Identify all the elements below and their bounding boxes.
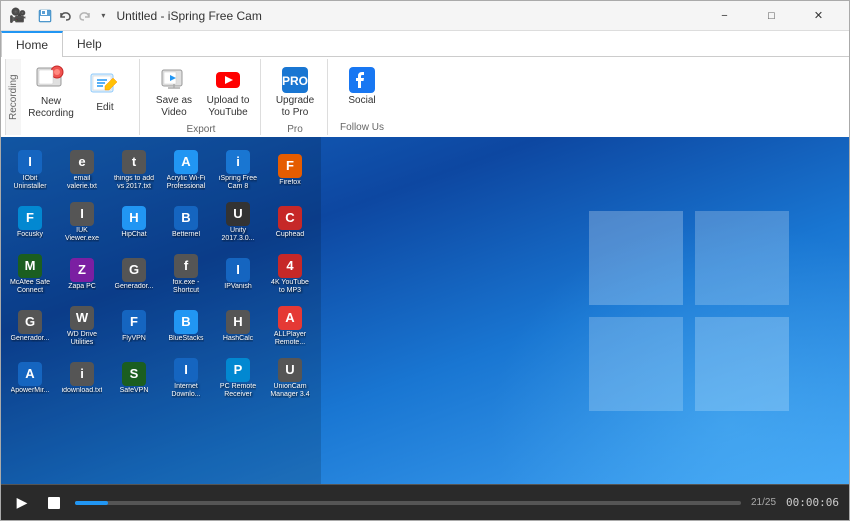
desktop-icon[interactable]: GGenerador... bbox=[109, 249, 159, 299]
desktop-icon[interactable]: iiSpring Free Cam 8 bbox=[213, 145, 263, 195]
quick-access-toolbar: ▾ bbox=[36, 7, 110, 25]
recording-label: Recording bbox=[5, 59, 21, 135]
export-group-label: Export bbox=[148, 122, 254, 135]
tab-help[interactable]: Help bbox=[63, 31, 116, 57]
desktop-icon[interactable]: IInternet Downlo... bbox=[161, 353, 211, 403]
desktop-icon[interactable]: AAcrylic Wi-Fi Professional bbox=[161, 145, 211, 195]
desktop-icon[interactable]: FFocusky bbox=[5, 197, 55, 247]
play-button[interactable]: ▶ bbox=[11, 492, 33, 514]
desktop-icon[interactable]: AApowerMir... bbox=[5, 353, 55, 403]
title-bar-controls: − □ ✕ bbox=[702, 6, 841, 26]
new-recording-icon bbox=[35, 62, 67, 94]
timeline-bar[interactable] bbox=[75, 501, 741, 505]
desktop-icon[interactable]: ZZapa PC bbox=[57, 249, 107, 299]
desktop-icon[interactable]: IIPVanish bbox=[213, 249, 263, 299]
edit-label: Edit bbox=[96, 102, 113, 114]
desktop-icon[interactable]: eemail valerie.txt bbox=[57, 145, 107, 195]
desktop-icon[interactable]: UUnionCam Manager 3.4 bbox=[265, 353, 315, 403]
title-bar: 🎥 ▾ Untitled - iSpring Free Cam − □ ✕ bbox=[1, 1, 849, 31]
desktop-icon[interactable]: BBlueStacks bbox=[161, 301, 211, 351]
desktop-icon[interactable]: CCuphead bbox=[265, 197, 315, 247]
desktop-icon[interactable]: SSafeVPN bbox=[109, 353, 159, 403]
desktop-icon[interactable]: MMcAfee Safe Connect bbox=[5, 249, 55, 299]
ribbon-content: Recording bbox=[1, 57, 849, 137]
desktop-icons: IIObit Uninstallereemail valerie.txttthi… bbox=[1, 137, 321, 484]
edit-button[interactable]: Edit bbox=[79, 63, 131, 119]
qa-dropdown-btn[interactable]: ▾ bbox=[96, 7, 110, 25]
desktop-icon[interactable]: BBetternel bbox=[161, 197, 211, 247]
follow-us-group: Social Follow Us bbox=[330, 59, 394, 135]
social-icon bbox=[348, 66, 376, 94]
upgrade-pro-label: Upgradeto Pro bbox=[276, 95, 314, 119]
export-group: Save asVideo Upload toYouTube Export bbox=[142, 59, 261, 135]
desktop-icon[interactable]: FFirefox bbox=[265, 145, 315, 195]
close-btn[interactable]: ✕ bbox=[796, 6, 841, 26]
svg-text:PRO: PRO bbox=[282, 74, 308, 88]
ribbon-area: Home Help Recording bbox=[1, 31, 849, 137]
upload-youtube-label: Upload toYouTube bbox=[207, 95, 250, 119]
save-as-video-label: Save asVideo bbox=[156, 95, 192, 119]
upgrade-pro-icon: PRO bbox=[281, 66, 309, 94]
export-group-items: Save asVideo Upload toYouTube bbox=[148, 61, 254, 122]
recording-group-items: NewRecording bbox=[25, 61, 131, 133]
desktop-icon[interactable]: GGenerador... bbox=[5, 301, 55, 351]
desktop-icon[interactable]: UUnity 2017.3.0... bbox=[213, 197, 263, 247]
recording-group: Recording bbox=[5, 59, 140, 135]
upgrade-pro-button[interactable]: PRO Upgradeto Pro bbox=[269, 63, 321, 122]
desktop-icon[interactable]: FFlyVPN bbox=[109, 301, 159, 351]
pro-group-label: Pro bbox=[269, 122, 321, 135]
recording-group-content: NewRecording bbox=[21, 59, 135, 135]
time-display: 00:00:06 bbox=[786, 496, 839, 509]
desktop-icon[interactable]: ffox.exe - Shortcut bbox=[161, 249, 211, 299]
app-icon: 🎥 bbox=[9, 7, 26, 24]
qa-undo-btn[interactable] bbox=[56, 7, 74, 25]
desktop-icon[interactable]: WWD Drive Utilities bbox=[57, 301, 107, 351]
follow-us-group-label: Follow Us bbox=[336, 120, 388, 133]
windows-logo bbox=[589, 211, 789, 411]
pro-group: PRO Upgradeto Pro Pro bbox=[263, 59, 328, 135]
pro-group-items: PRO Upgradeto Pro bbox=[269, 61, 321, 122]
desktop-icon[interactable]: iidownload.txt bbox=[57, 353, 107, 403]
video-container: IIObit Uninstallereemail valerie.txttthi… bbox=[1, 137, 849, 484]
desktop-icon[interactable]: 44K YouTube to MP3 bbox=[265, 249, 315, 299]
save-as-video-icon bbox=[160, 66, 188, 94]
upload-youtube-icon bbox=[214, 66, 242, 94]
upload-youtube-button[interactable]: Upload toYouTube bbox=[202, 63, 254, 122]
desktop-icon[interactable]: tthings to add vs 2017.txt bbox=[109, 145, 159, 195]
title-bar-left: 🎥 ▾ Untitled - iSpring Free Cam bbox=[9, 7, 262, 25]
qa-save-btn[interactable] bbox=[36, 7, 54, 25]
stop-icon bbox=[48, 497, 60, 509]
edit-icon bbox=[89, 68, 121, 100]
new-recording-button[interactable]: NewRecording bbox=[25, 63, 77, 119]
follow-us-group-items: Social bbox=[336, 61, 388, 120]
app-window: 🎥 ▾ Untitled - iSpring Free Cam − □ ✕ bbox=[0, 0, 850, 521]
stop-button[interactable] bbox=[43, 492, 65, 514]
social-label: Social bbox=[348, 95, 375, 107]
desktop-icon[interactable]: AALLPlayer Remote... bbox=[265, 301, 315, 351]
desktop-icon[interactable]: IIUK Viewer.exe bbox=[57, 197, 107, 247]
ribbon-tabs: Home Help bbox=[1, 31, 849, 57]
qa-redo-btn[interactable] bbox=[76, 7, 94, 25]
minimize-btn[interactable]: − bbox=[702, 6, 747, 26]
main-area: IIObit Uninstallereemail valerie.txttthi… bbox=[1, 137, 849, 520]
tab-home[interactable]: Home bbox=[1, 31, 63, 57]
timeline-counter: 21/25 bbox=[751, 497, 776, 508]
new-recording-label: NewRecording bbox=[28, 96, 74, 120]
desktop-simulation: IIObit Uninstallereemail valerie.txttthi… bbox=[1, 137, 849, 484]
desktop-icon[interactable]: PPC Remote Receiver bbox=[213, 353, 263, 403]
desktop-icon[interactable]: HHipChat bbox=[109, 197, 159, 247]
desktop-icon[interactable]: HHashCalc bbox=[213, 301, 263, 351]
social-button[interactable]: Social bbox=[336, 63, 388, 110]
maximize-btn[interactable]: □ bbox=[749, 6, 794, 26]
bottom-bar: ▶ 21/25 00:00:06 bbox=[1, 484, 849, 520]
timeline-progress bbox=[75, 501, 108, 505]
window-title: Untitled - iSpring Free Cam bbox=[116, 9, 261, 23]
save-as-video-button[interactable]: Save asVideo bbox=[148, 63, 200, 122]
content-area: IIObit Uninstallereemail valerie.txttthi… bbox=[1, 137, 849, 520]
play-icon: ▶ bbox=[17, 494, 28, 511]
desktop-icon[interactable]: IIObit Uninstaller bbox=[5, 145, 55, 195]
